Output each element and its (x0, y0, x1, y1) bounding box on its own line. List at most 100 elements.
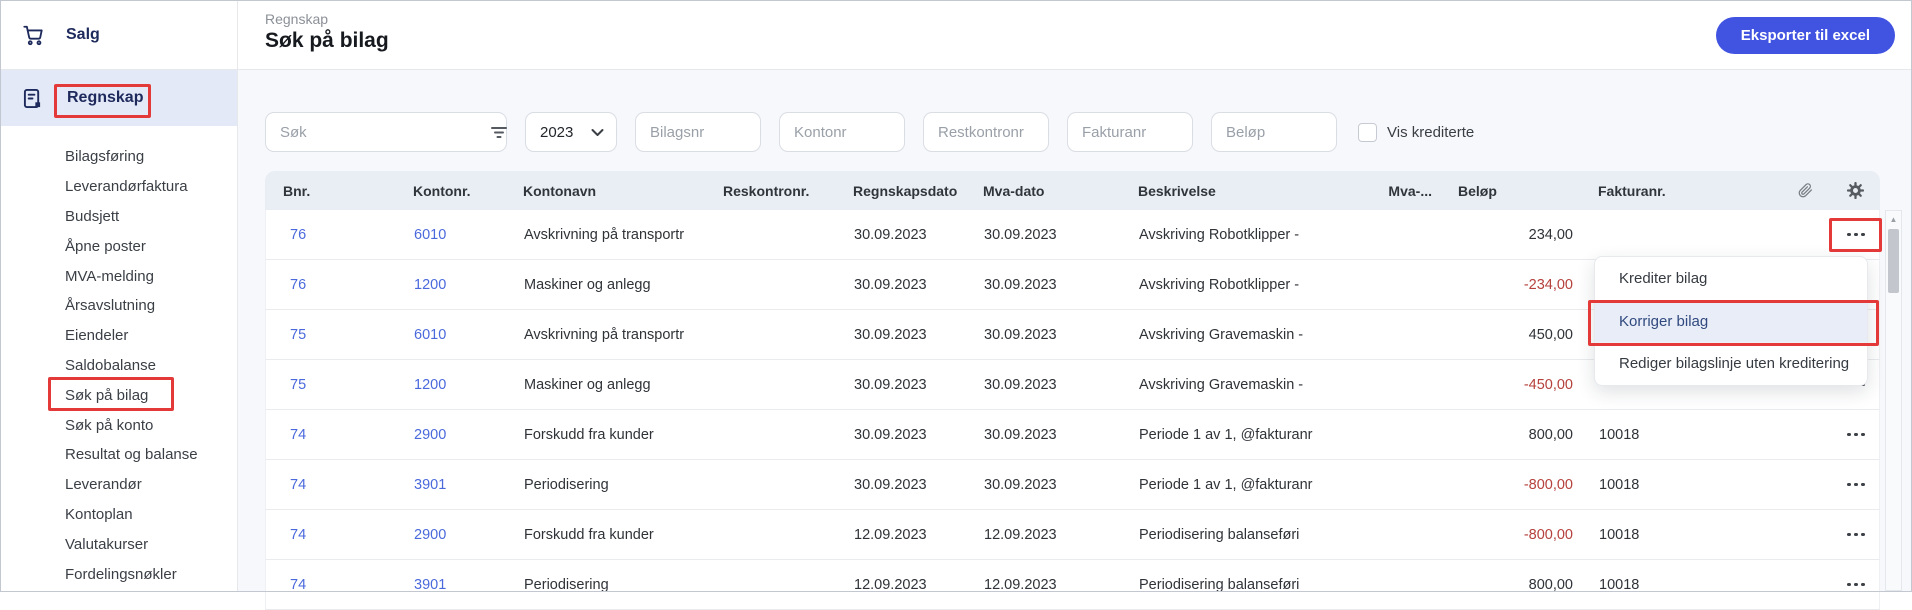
fakturanr-input[interactable] (1067, 112, 1193, 152)
sidebar-subnav-item[interactable]: Åpne poster (0, 231, 237, 261)
table-row: 76 6010 Avskrivning på transportr 30.09.… (265, 210, 1880, 260)
vis-krediterte-checkbox[interactable] (1358, 123, 1377, 142)
sidebar-subnav-item[interactable]: Saldobalanse (0, 351, 237, 381)
row-actions-cell (1831, 577, 1881, 593)
kontonr-link[interactable]: 3901 (396, 477, 506, 493)
table-header-cell[interactable]: Mva-dato (965, 183, 1120, 199)
sidebar-subnav-item[interactable]: Valutakurser (0, 529, 237, 559)
belop-input[interactable] (1211, 112, 1337, 152)
kontonavn-cell: Forskudd fra kunder (506, 527, 706, 543)
fakturanr-cell: 10018 (1581, 577, 1781, 593)
ellipsis-icon[interactable] (1843, 527, 1869, 543)
table-header-cell[interactable]: Beløp (1440, 183, 1580, 199)
sidebar-subnav-item[interactable]: Søk på bilag (0, 380, 237, 410)
table-header-cell[interactable]: Kontonr. (395, 183, 505, 199)
journal-icon (23, 88, 42, 109)
table-header-row: Bnr.Kontonr.KontonavnReskontronr.Regnska… (265, 171, 1880, 210)
kontonr-link[interactable]: 3901 (396, 577, 506, 593)
context-menu-item[interactable]: Krediter bilag (1595, 257, 1867, 300)
sidebar-subnav-item[interactable]: Søk på konto (0, 410, 237, 440)
table-header-cell[interactable]: Reskontronr. (705, 183, 835, 199)
sidebar-subnav-item[interactable]: MVA-melding (0, 261, 237, 291)
row-actions-cell (1831, 227, 1881, 243)
restkontronr-input[interactable] (923, 112, 1049, 152)
year-select[interactable]: 2023 (525, 112, 617, 152)
sidebar-subnav-item[interactable]: Leverandør (0, 470, 237, 500)
table-header-cell[interactable]: Regnskapsdato (835, 183, 965, 199)
regnskapsdato-cell: 30.09.2023 (836, 477, 966, 493)
beskrivelse-cell: Avskriving Robotklipper - (1121, 277, 1331, 293)
bnr-link[interactable]: 74 (266, 477, 396, 493)
sidebar-subnav-item[interactable]: Fordelingsnøkler (0, 559, 237, 589)
cart-icon (22, 24, 44, 46)
vertical-scrollbar[interactable]: ▲ (1885, 210, 1902, 591)
kontonr-link[interactable]: 1200 (396, 377, 506, 393)
sidebar: Salg Regnskap Bilagsføring Leverandørfak… (0, 0, 238, 592)
filter-icon[interactable] (491, 125, 507, 139)
bnr-link[interactable]: 74 (266, 427, 396, 443)
table-header-cell[interactable]: Bnr. (265, 183, 395, 199)
kontonr-link[interactable]: 1200 (396, 277, 506, 293)
scrollbar-thumb[interactable] (1888, 229, 1899, 293)
table-row: 74 3901 Periodisering 30.09.2023 30.09.2… (265, 460, 1880, 510)
sidebar-subnav-item[interactable]: Årsavslutning (0, 291, 237, 321)
ellipsis-icon[interactable] (1843, 427, 1869, 443)
kontonr-input[interactable] (779, 112, 905, 152)
context-menu-item[interactable]: Korriger bilag (1595, 300, 1867, 343)
table-header-cell[interactable]: Kontonavn (505, 183, 705, 199)
bilagsnr-input[interactable] (635, 112, 761, 152)
fakturanr-cell: 10018 (1581, 427, 1781, 443)
beskrivelse-cell: Avskriving Robotklipper - (1121, 227, 1331, 243)
vis-krediterte-label: Vis krediterte (1387, 124, 1474, 141)
bnr-link[interactable]: 76 (266, 277, 396, 293)
ellipsis-icon[interactable] (1843, 227, 1869, 243)
sidebar-item-regnskap[interactable]: Regnskap (0, 70, 237, 126)
kontonr-link[interactable]: 6010 (396, 227, 506, 243)
kontonr-link[interactable]: 6010 (396, 327, 506, 343)
sidebar-subnav-item[interactable]: Budsjett (0, 202, 237, 232)
table-header-cell[interactable]: Fakturanr. (1580, 183, 1780, 199)
table-header-cell[interactable]: Mva-... (1330, 183, 1440, 199)
bnr-link[interactable]: 76 (266, 227, 396, 243)
kontonr-link[interactable]: 2900 (396, 427, 506, 443)
bilag-table: Bnr.Kontonr.KontonavnReskontronr.Regnska… (265, 171, 1880, 610)
sidebar-subnav-item[interactable]: Leverandørfaktura (0, 172, 237, 202)
table-row: 74 2900 Forskudd fra kunder 12.09.2023 1… (265, 510, 1880, 560)
belop-cell: 800,00 (1441, 427, 1581, 443)
paperclip-icon[interactable] (1780, 183, 1830, 198)
row-actions-cell (1831, 477, 1881, 493)
regnskapsdato-cell: 12.09.2023 (836, 577, 966, 593)
bnr-link[interactable]: 74 (266, 527, 396, 543)
ellipsis-icon[interactable] (1843, 577, 1869, 593)
gear-icon[interactable] (1830, 182, 1880, 199)
sidebar-subnav-item[interactable]: Kontoplan (0, 500, 237, 530)
sidebar-subnav-item[interactable]: Resultat og balanse (0, 440, 237, 470)
beskrivelse-cell: Periode 1 av 1, @fakturanr (1121, 427, 1331, 443)
breadcrumb: Regnskap (265, 11, 328, 27)
sidebar-item-salg[interactable]: Salg (0, 0, 237, 70)
sidebar-subnav-item[interactable]: Bilagsføring (0, 142, 237, 172)
sidebar-item-regnskap-label: Regnskap (67, 89, 143, 107)
export-to-excel-button[interactable]: Eksporter til excel (1716, 17, 1895, 54)
chevron-down-icon (591, 128, 604, 137)
search-input[interactable] (266, 113, 491, 151)
belop-cell: -234,00 (1441, 277, 1581, 293)
scroll-up-icon[interactable]: ▲ (1886, 211, 1901, 224)
table-header-cell[interactable]: Beskrivelse (1120, 183, 1330, 199)
ellipsis-icon[interactable] (1843, 477, 1869, 493)
beskrivelse-cell: Avskriving Gravemaskin - (1121, 327, 1331, 343)
regnskapsdato-cell: 30.09.2023 (836, 227, 966, 243)
beskrivelse-cell: Periodisering balanseføri (1121, 577, 1331, 593)
bnr-link[interactable]: 75 (266, 377, 396, 393)
bnr-link[interactable]: 74 (266, 577, 396, 593)
beskrivelse-cell: Periodisering balanseføri (1121, 527, 1331, 543)
row-actions-cell (1831, 427, 1881, 443)
kontonavn-cell: Avskrivning på transportr (506, 227, 706, 243)
regnskapsdato-cell: 30.09.2023 (836, 427, 966, 443)
context-menu-item[interactable]: Rediger bilagslinje uten kreditering (1595, 342, 1867, 385)
bnr-link[interactable]: 75 (266, 327, 396, 343)
year-select-value: 2023 (540, 124, 573, 141)
kontonr-link[interactable]: 2900 (396, 527, 506, 543)
sidebar-subnav: Bilagsføring Leverandørfaktura Budsjett … (0, 142, 237, 589)
sidebar-subnav-item[interactable]: Eiendeler (0, 321, 237, 351)
